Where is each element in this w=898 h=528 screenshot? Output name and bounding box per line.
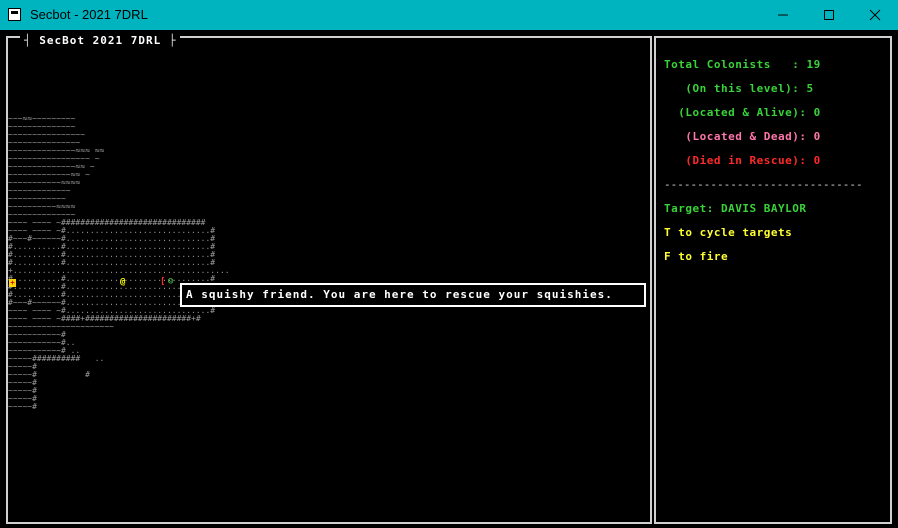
minimize-button[interactable] <box>760 0 806 30</box>
stat-died-in-rescue: (Died in Rescue): 0 <box>664 154 821 167</box>
tooltip-text: A squishy friend. You are here to rescue… <box>186 288 613 301</box>
app-icon <box>8 8 21 21</box>
item-medkit-icon[interactable]: + <box>9 279 16 287</box>
stat-located-dead: (Located & Dead): 0 <box>664 130 821 143</box>
stat-total-colonists: Total Colonists : 19 <box>664 58 821 71</box>
map-row: ~~~~~# <box>8 378 37 387</box>
window-title: Secbot - 2021 7DRL <box>30 7 148 22</box>
minimize-icon <box>778 14 788 16</box>
player-glyph: @ <box>120 277 126 287</box>
map-row: ~~~~~# <box>8 394 37 403</box>
target-label: Target: DAVIS BAYLOR <box>664 202 807 215</box>
map-row: ~~~~~########## .. <box>8 354 105 363</box>
colonist-friend-glyph[interactable]: ☺ <box>168 278 173 287</box>
tooltip-box: A squishy friend. You are here to rescue… <box>180 283 646 307</box>
stats-divider: ------------------------------ <box>664 178 863 191</box>
colonist-stats: Total Colonists : 19 (On this level): 5 … <box>664 45 863 277</box>
close-icon <box>869 9 881 21</box>
maximize-icon <box>824 10 834 20</box>
map-panel-title: SecBot 2021 7DRL <box>20 35 181 46</box>
window-titlebar[interactable]: Secbot - 2021 7DRL <box>0 0 898 30</box>
map-row: ~~~~~# <box>8 402 37 411</box>
close-button[interactable] <box>852 0 898 30</box>
red-door-glyph: [ <box>160 277 166 287</box>
stat-on-level: (On this level): 5 <box>664 82 814 95</box>
stat-located-alive: (Located & Alive): 0 <box>664 106 821 119</box>
map-row: ~~~~~# <box>8 386 37 395</box>
game-map[interactable]: ~~~≈≈~~~~~~~~~ ~~~~~~~~~~~~~~ ~~~~~~~~~~~~… <box>8 115 230 411</box>
hint-fire: F to fire <box>664 250 729 263</box>
game-client[interactable]: SecBot 2021 7DRL ~~~≈≈~~~~~~~~~~~~~~~~~~… <box>0 30 898 528</box>
hint-cycle-targets: T to cycle targets <box>664 226 793 239</box>
map-row: ~~~~~# # <box>8 370 90 379</box>
maximize-button[interactable] <box>806 0 852 30</box>
